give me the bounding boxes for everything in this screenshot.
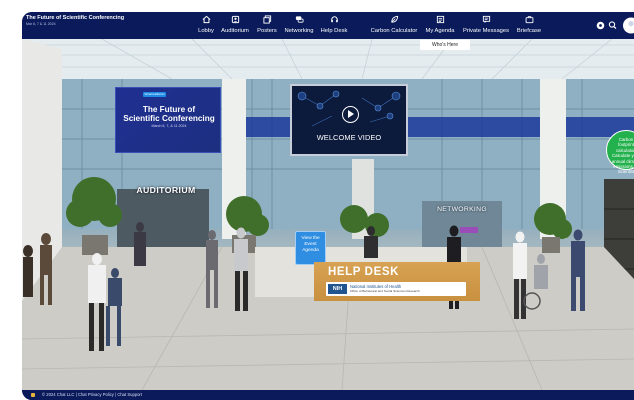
nav-posters[interactable]: Posters <box>255 15 279 37</box>
avatar[interactable] <box>623 17 634 34</box>
networking-entrance[interactable]: NETWORKING <box>427 206 497 213</box>
nav-my-agenda[interactable]: My Agenda <box>424 15 456 37</box>
nih-subtitle: Office of Behavioral and Social Sciences… <box>350 289 420 293</box>
nav-briefcase-label: Briefcase <box>516 28 542 34</box>
carbon-calculator-badge-text: Carbon footprint calculator: Calculate y… <box>611 137 634 175</box>
headset-icon <box>330 16 338 23</box>
briefcase-icon <box>525 16 533 24</box>
nav-networking-label: Networking <box>284 28 314 34</box>
nih-logo: NIH <box>328 284 347 294</box>
settings-icon[interactable] <box>596 21 605 30</box>
leaf-icon <box>390 15 398 23</box>
footer-links[interactable]: © 2024 Chat LLC | Chat Privacy Policy | … <box>42 390 142 400</box>
nav-help-desk[interactable]: Help Desk <box>319 15 349 37</box>
event-logo[interactable]: The Future of Scientific Conferencing Ma… <box>26 15 138 36</box>
nav-auditorium[interactable]: Auditorium <box>220 15 250 37</box>
welcome-video-label: WELCOME VIDEO <box>316 133 382 142</box>
nav-help-desk-label: Help Desk <box>320 28 348 34</box>
nav-briefcase[interactable]: Briefcase <box>514 15 544 37</box>
chat-icon <box>295 16 304 23</box>
logo-title: The Future of Scientific Conferencing <box>26 15 125 21</box>
nav-lobby-label: Lobby <box>198 28 214 34</box>
footer-bar: © 2024 Chat LLC | Chat Privacy Policy | … <box>22 390 634 400</box>
nav-my-agenda-label: My Agenda <box>425 28 455 34</box>
virtual-event-window: The Future of Scientific Conferencing Ma… <box>22 12 634 400</box>
home-icon <box>202 15 210 24</box>
logo-subtitle: Mar 6, 7 & 11 2024 <box>26 22 56 26</box>
help-desk-title: HELP DESK <box>328 266 400 278</box>
auditorium-sign-title-line2: Scientific Conferencing <box>123 114 215 123</box>
auditorium-sign-chip: Virtual Auditorium <box>143 92 166 97</box>
welcome-video-screen[interactable]: WELCOME VIDEO <box>290 84 408 156</box>
nav-right-controls <box>596 16 634 35</box>
auditorium-icon <box>231 15 239 24</box>
auditorium-entrance[interactable]: AUDITORIUM <box>123 184 209 197</box>
nav-carbon-calculator[interactable]: Carbon Calculator <box>367 15 421 37</box>
top-navigation-bar: The Future of Scientific Conferencing Ma… <box>22 12 634 39</box>
play-icon[interactable] <box>342 106 359 123</box>
nav-posters-label: Posters <box>257 28 277 34</box>
auditorium-sign-title-line1: The Future of <box>142 105 196 114</box>
nav-private-messages-label: Private Messages <box>462 28 510 34</box>
nav-private-messages[interactable]: Private Messages <box>462 15 510 37</box>
nav-carbon-calculator-label: Carbon Calculator <box>370 28 418 34</box>
whos-here-button[interactable]: Who's Here <box>420 40 470 50</box>
search-icon[interactable] <box>608 21 617 30</box>
nav-networking[interactable]: Networking <box>283 15 315 37</box>
nav-auditorium-label: Auditorium <box>221 28 249 34</box>
message-icon <box>482 15 490 24</box>
auditorium-sign-dates: March 6, 7, & 11 2024 <box>151 124 187 128</box>
virtual-lobby-scene: Who's Here Virtual Auditorium The Future… <box>22 39 634 390</box>
auditorium-event-sign[interactable]: Virtual Auditorium The Future of Scienti… <box>115 87 221 153</box>
help-desk-booth[interactable]: HELP DESK NIH National Institutes of Hea… <box>314 262 480 301</box>
lock-icon <box>31 393 35 397</box>
posters-icon <box>262 15 271 24</box>
view-event-agenda-button[interactable]: View the Event Agenda <box>295 231 326 265</box>
nih-sponsor-badge: NIH National Institutes of Health Office… <box>326 282 466 296</box>
nav-lobby[interactable]: Lobby <box>196 15 216 37</box>
agenda-icon <box>436 15 444 24</box>
